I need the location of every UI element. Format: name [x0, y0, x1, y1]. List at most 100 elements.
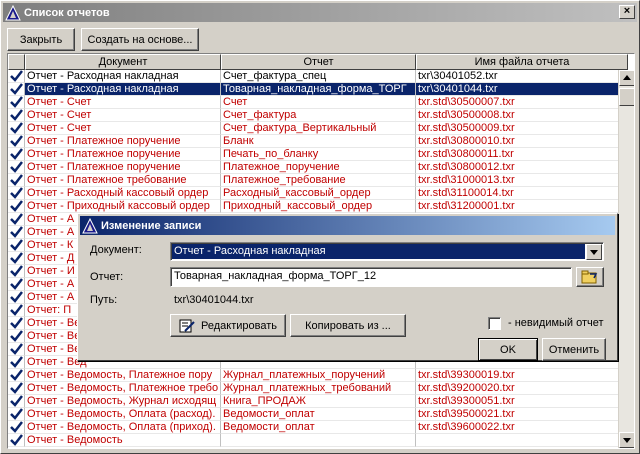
scroll-up-icon[interactable] [619, 70, 634, 86]
table-row[interactable]: Отчет - Платежное поручение Бланк txr.std\… [8, 135, 628, 148]
report-cell: Журнал_платежных_поручений [221, 369, 416, 382]
checkmark-icon[interactable] [8, 408, 25, 421]
report-cell: Книга_ПРОДАЖ [221, 395, 416, 408]
window-title: Список отчетов [24, 6, 110, 19]
scroll-down-icon[interactable] [619, 432, 634, 448]
file-name-cell: txr.std\30800011.txr [416, 148, 628, 161]
document-cell: Отчет - Ведомость, Журнал исходящ [25, 395, 221, 408]
document-cell: Отчет - Платежное поручение [25, 161, 221, 174]
checkmark-icon[interactable] [8, 291, 25, 304]
checkmark-icon[interactable] [8, 200, 25, 213]
document-cell: Отчет - Расходный кассовый ордер [25, 187, 221, 200]
checkmark-icon[interactable] [8, 161, 25, 174]
checkmark-icon[interactable] [8, 252, 25, 265]
report-cell: Счет_фактура_спец [221, 70, 416, 83]
checkmark-icon[interactable] [8, 343, 25, 356]
file-name-cell: txr.std\30800010.txr [416, 135, 628, 148]
report-cell: Счет [221, 96, 416, 109]
scroll-thumb[interactable] [619, 88, 634, 106]
header-report[interactable]: Отчет [221, 54, 416, 70]
table-row[interactable]: Отчет - Платежное поручение Платежное_пор… [8, 161, 628, 174]
table-row[interactable]: Отчет - Счет Счет_фактура_Вертикальный txr… [8, 122, 628, 135]
ok-button[interactable]: OK [478, 338, 538, 361]
file-name-cell: txr\30401044.txr [416, 83, 628, 96]
document-cell: Отчет - Счет [25, 109, 221, 122]
checkmark-icon[interactable] [8, 83, 25, 96]
header-check-column [8, 54, 25, 70]
report-cell: Счет_фактура_Вертикальный [221, 122, 416, 135]
header-document[interactable]: Документ [25, 54, 221, 70]
file-name-cell: txr.std\31100014.txr [416, 187, 628, 200]
vertical-scrollbar[interactable] [618, 70, 634, 448]
table-row[interactable]: Отчет - Ведомость, Платежное требо Журнал… [8, 382, 628, 395]
checkmark-icon[interactable] [8, 278, 25, 291]
table-row[interactable]: Отчет - Платежное поручение Печать_по_бла… [8, 148, 628, 161]
copy-from-button[interactable]: Копировать из ... [290, 314, 406, 337]
checkmark-icon[interactable] [8, 239, 25, 252]
document-cell: Отчет - Платежное поручение [25, 135, 221, 148]
table-row[interactable]: Отчет - Приходный кассовый ордер Приходны… [8, 200, 628, 213]
table-row[interactable]: Отчет - Ведомость [8, 434, 628, 447]
document-cell: Отчет - Ведомость, Оплата (приход). [25, 421, 221, 434]
header-file-name[interactable]: Имя файла отчета [416, 54, 628, 70]
checkmark-icon[interactable] [8, 109, 25, 122]
checkmark-icon[interactable] [8, 96, 25, 109]
checkmark-icon[interactable] [8, 317, 25, 330]
checkmark-icon[interactable] [8, 226, 25, 239]
checkmark-icon[interactable] [8, 369, 25, 382]
checkmark-icon[interactable] [8, 356, 25, 369]
file-name-cell: txr.std\39300051.txr [416, 395, 628, 408]
file-name-cell: txr.std\39500021.txr [416, 408, 628, 421]
invisible-report-checkbox[interactable] [488, 317, 501, 330]
table-row[interactable]: Отчет - Счет Счет_фактура txr.std\30500008… [8, 109, 628, 122]
table-header: Документ Отчет Имя файла отчета [8, 54, 628, 70]
document-cell: Отчет - Платежное требование [25, 174, 221, 187]
report-cell: Платежное_требование [221, 174, 416, 187]
table-row[interactable]: Отчет - Счет Счет txr.std\30500007.txr [8, 96, 628, 109]
checkmark-icon[interactable] [8, 148, 25, 161]
create-based-on-button[interactable]: Создать на основе... [81, 28, 199, 51]
table-row[interactable]: Отчет - Расходный кассовый ордер Расходны… [8, 187, 628, 200]
checkmark-icon[interactable] [8, 304, 25, 317]
chevron-down-icon[interactable] [586, 244, 602, 260]
close-button[interactable]: Закрыть [7, 28, 75, 51]
checkmark-icon[interactable] [8, 213, 25, 226]
checkmark-icon[interactable] [8, 187, 25, 200]
checkmark-icon[interactable] [8, 434, 25, 447]
checkmark-icon[interactable] [8, 265, 25, 278]
report-input[interactable]: Товарная_накладная_форма_ТОРГ_12 [170, 267, 572, 287]
document-cell: Отчет - Платежное поручение [25, 148, 221, 161]
checkmark-icon[interactable] [8, 382, 25, 395]
document-cell: Отчет - Счет [25, 122, 221, 135]
table-row[interactable]: Отчет - Ведомость, Журнал исходящ Книга_П… [8, 395, 628, 408]
checkmark-icon[interactable] [8, 70, 25, 83]
table-row[interactable]: Отчет - Ведомость, Оплата (расход). Ведом… [8, 408, 628, 421]
browse-file-button[interactable] [576, 267, 604, 287]
document-select[interactable]: Отчет - Расходная накладная [170, 242, 604, 261]
table-row[interactable]: Отчет - Платежное требование Платежное_тр… [8, 174, 628, 187]
report-cell: Расходный_кассовый_ордер [221, 187, 416, 200]
document-label: Документ: [90, 244, 142, 256]
cancel-button[interactable]: Отменить [542, 338, 606, 361]
report-cell: Счет_фактура [221, 109, 416, 122]
table-row[interactable]: Отчет - Ведомость, Оплата (приход). Ведом… [8, 421, 628, 434]
checkmark-icon[interactable] [8, 122, 25, 135]
table-row[interactable]: Отчет - Расходная накладная Товарная_накл… [8, 83, 628, 96]
document-cell: Отчет - Ведомость, Платежное пору [25, 369, 221, 382]
checkmark-icon[interactable] [8, 174, 25, 187]
checkmark-icon[interactable] [8, 421, 25, 434]
dialog-title: Изменение записи [101, 219, 202, 232]
edit-button[interactable]: Редактировать [170, 314, 286, 337]
checkmark-icon[interactable] [8, 135, 25, 148]
app-logo-icon [5, 4, 21, 20]
open-folder-icon [581, 270, 598, 284]
checkmark-icon[interactable] [8, 330, 25, 343]
table-row[interactable]: Отчет - Расходная накладная Счет_фактура_… [8, 70, 628, 83]
table-row[interactable]: Отчет - Ведомость, Платежное пору Журнал_… [8, 369, 628, 382]
close-icon[interactable]: × [619, 5, 635, 19]
file-name-cell [416, 434, 628, 447]
document-cell: Отчет - Ведомость, Платежное требо [25, 382, 221, 395]
report-cell [221, 434, 416, 447]
report-label: Отчет: [90, 271, 124, 283]
checkmark-icon[interactable] [8, 395, 25, 408]
